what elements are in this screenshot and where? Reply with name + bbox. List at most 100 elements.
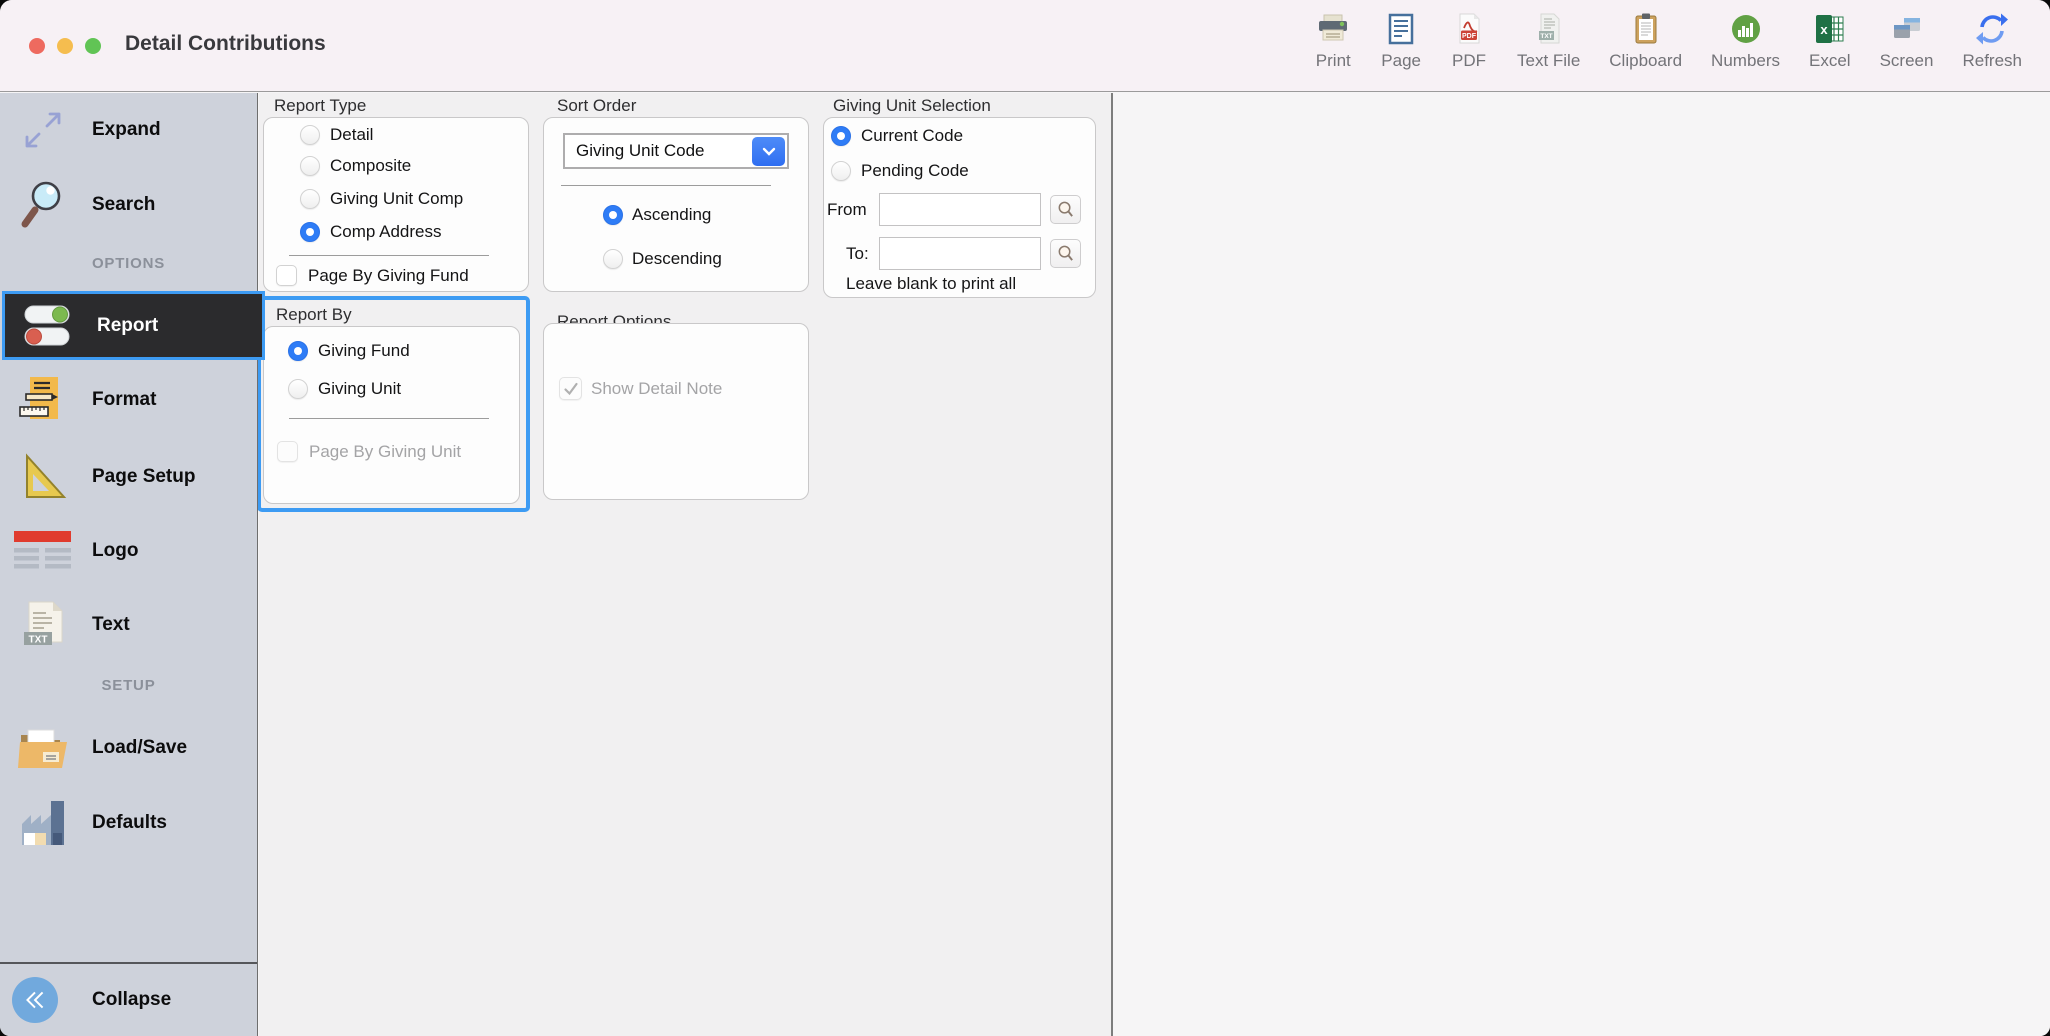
toolbar: Print Page PDF PDF TXT Text File	[1314, 10, 2022, 71]
screen-button[interactable]: Screen	[1880, 10, 1934, 71]
sidebar-item-defaults[interactable]: Defaults	[0, 788, 257, 858]
screen-windows-icon	[1888, 10, 1926, 48]
refresh-label: Refresh	[1962, 51, 2022, 71]
sidebar: Expand Search OPTIONS Report Format	[0, 93, 258, 1036]
sidebar-item-label: Defaults	[92, 812, 167, 834]
sidebar-item-label: Text	[92, 614, 130, 636]
refresh-icon	[1973, 10, 2011, 48]
app-window: Detail Contributions Print Page PDF PDF	[0, 0, 2050, 1036]
numbers-button[interactable]: Numbers	[1711, 10, 1780, 71]
radio-giving-unit-comp-label[interactable]: Giving Unit Comp	[330, 188, 463, 210]
pdf-file-icon: PDF	[1450, 10, 1488, 48]
from-input[interactable]	[879, 193, 1041, 226]
options-panel: Report Type Detail Composite Giving Unit…	[259, 93, 1113, 1036]
toggle-switches-icon	[17, 298, 79, 354]
minimize-window-button[interactable]	[57, 38, 73, 54]
radio-giving-unit-comp[interactable]	[300, 189, 320, 209]
text-file-label: Text File	[1517, 51, 1580, 71]
excel-icon: x	[1811, 10, 1849, 48]
to-search-button[interactable]	[1050, 239, 1081, 268]
sidebar-item-load-save[interactable]: Load/Save	[0, 713, 257, 783]
from-search-button[interactable]	[1050, 195, 1081, 224]
radio-comp-address[interactable]	[300, 222, 320, 242]
factory-icon	[12, 795, 74, 851]
format-document-icon	[12, 372, 74, 428]
sidebar-item-text[interactable]: TXT Text	[0, 590, 257, 660]
report-by-group: Giving Fund Giving Unit Page By Giving U…	[263, 326, 520, 504]
page-button[interactable]: Page	[1381, 10, 1421, 71]
from-label: From	[827, 199, 867, 221]
sidebar-item-label: Logo	[92, 540, 138, 562]
print-button[interactable]: Print	[1314, 10, 1352, 71]
numbers-app-icon	[1727, 10, 1765, 48]
radio-ascending[interactable]	[603, 205, 623, 225]
set-square-icon	[12, 449, 74, 505]
radio-detail[interactable]	[300, 125, 320, 145]
svg-text:x: x	[1820, 22, 1828, 37]
svg-text:PDF: PDF	[1462, 33, 1477, 40]
report-type-group-label: Report Type	[274, 96, 366, 116]
expand-icon	[12, 102, 74, 158]
clipboard-button[interactable]: Clipboard	[1609, 10, 1682, 71]
radio-current-code[interactable]	[831, 126, 851, 146]
sidebar-item-page-setup[interactable]: Page Setup	[0, 442, 257, 512]
excel-button[interactable]: x Excel	[1809, 10, 1851, 71]
sidebar-section-setup: SETUP	[0, 677, 257, 694]
screen-label: Screen	[1880, 51, 1934, 71]
sort-field-dropdown-value: Giving Unit Code	[565, 141, 752, 161]
sidebar-item-logo[interactable]: Logo	[0, 516, 257, 586]
sort-field-dropdown[interactable]: Giving Unit Code	[563, 133, 789, 169]
svg-text:TXT: TXT	[1540, 33, 1552, 40]
checkbox-show-detail-note	[559, 377, 582, 400]
to-input[interactable]	[879, 237, 1041, 270]
radio-ascending-label[interactable]: Ascending	[632, 204, 711, 226]
report-preview-area	[1115, 93, 2050, 1036]
separator	[289, 255, 489, 256]
separator	[561, 185, 771, 186]
sidebar-item-label: Load/Save	[92, 737, 187, 759]
excel-label: Excel	[1809, 51, 1851, 71]
radio-giving-unit[interactable]	[288, 379, 308, 399]
sidebar-collapse-button[interactable]: Collapse	[0, 963, 257, 1036]
checkbox-page-by-giving-fund-label[interactable]: Page By Giving Fund	[308, 265, 469, 287]
collapse-chevrons-icon	[12, 977, 58, 1023]
radio-descending[interactable]	[603, 249, 623, 269]
radio-composite[interactable]	[300, 156, 320, 176]
window-title: Detail Contributions	[125, 32, 326, 56]
sidebar-item-format[interactable]: Format	[0, 365, 257, 435]
sort-order-group-label: Sort Order	[557, 96, 636, 116]
clipboard-icon	[1627, 10, 1665, 48]
pdf-button[interactable]: PDF PDF	[1450, 10, 1488, 71]
sidebar-item-label: Collapse	[92, 989, 171, 1011]
giving-unit-selection-group: Current Code Pending Code From To: Leave…	[823, 117, 1096, 298]
text-file-button[interactable]: TXT Text File	[1517, 10, 1580, 71]
radio-comp-address-label[interactable]: Comp Address	[330, 221, 442, 243]
radio-pending-code-label[interactable]: Pending Code	[861, 160, 969, 182]
title-bar: Detail Contributions Print Page PDF PDF	[0, 0, 2050, 92]
sidebar-section-options: OPTIONS	[0, 255, 257, 272]
radio-giving-unit-label[interactable]: Giving Unit	[318, 378, 401, 400]
print-label: Print	[1316, 51, 1351, 71]
radio-descending-label[interactable]: Descending	[632, 248, 722, 270]
sidebar-item-search[interactable]: Search	[0, 170, 257, 240]
radio-current-code-label[interactable]: Current Code	[861, 125, 963, 147]
radio-detail-label[interactable]: Detail	[330, 124, 373, 146]
sidebar-item-report[interactable]: Report	[2, 291, 265, 360]
radio-giving-fund[interactable]	[288, 341, 308, 361]
sidebar-item-label: Format	[92, 389, 156, 411]
search-icon	[12, 177, 74, 233]
close-window-button[interactable]	[29, 38, 45, 54]
checkbox-show-detail-note-label: Show Detail Note	[591, 378, 722, 400]
sidebar-item-expand[interactable]: Expand	[0, 95, 257, 165]
sidebar-item-label: Page Setup	[92, 466, 195, 488]
zoom-window-button[interactable]	[85, 38, 101, 54]
radio-composite-label[interactable]: Composite	[330, 155, 411, 177]
to-label: To:	[846, 243, 869, 265]
refresh-button[interactable]: Refresh	[1962, 10, 2022, 71]
sidebar-item-label: Report	[97, 315, 158, 337]
radio-pending-code[interactable]	[831, 161, 851, 181]
chevron-down-icon	[752, 137, 785, 166]
checkbox-page-by-giving-fund[interactable]	[276, 265, 297, 286]
radio-giving-fund-label[interactable]: Giving Fund	[318, 340, 410, 362]
sidebar-item-label: Expand	[92, 119, 161, 141]
